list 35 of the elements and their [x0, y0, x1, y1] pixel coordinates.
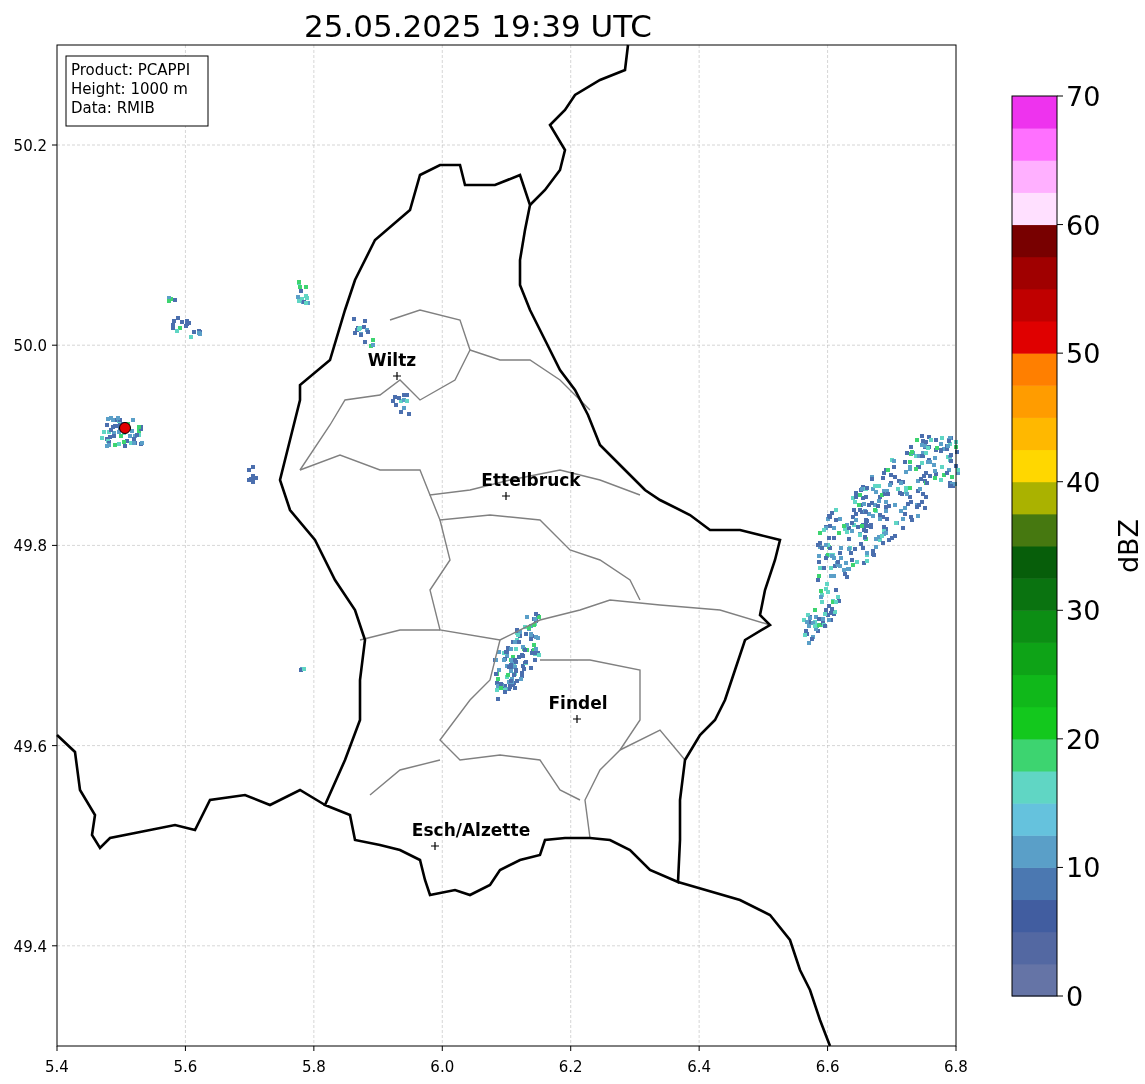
y-tick-label: 49.8 — [13, 537, 47, 556]
legend-text: Product: PCAPPI — [71, 61, 191, 79]
x-tick-label: 6.0 — [430, 1058, 455, 1076]
colorbar-tick-label: 50 — [1066, 338, 1101, 370]
y-tick-label: 49.4 — [13, 937, 47, 956]
city-label: Esch/Alzette — [411, 820, 531, 840]
y-tick-label: 50.2 — [13, 137, 47, 155]
colorbar-tick-label: 70 — [1066, 81, 1101, 112]
radar-site-icon — [119, 422, 131, 434]
city-label: Ettelbruck — [481, 470, 581, 490]
colorbar-label: dBZ — [1112, 518, 1144, 574]
colorbar-tick-label: 0 — [1066, 981, 1084, 1012]
city-marker-icon — [501, 491, 511, 501]
city-marker-icon — [430, 841, 440, 851]
colorbar-tick-label: 20 — [1066, 723, 1101, 755]
city-marker-icon — [392, 371, 402, 381]
x-tick-label: 6.4 — [687, 1058, 712, 1076]
x-tick-label: 5.4 — [45, 1058, 69, 1076]
x-tick-label: 5.6 — [173, 1058, 198, 1076]
chart-title: 25.05.2025 19:39 UTC — [304, 8, 652, 44]
colorbar-tick-label: 10 — [1066, 852, 1101, 884]
colorbar-tick-label: 40 — [1066, 466, 1101, 498]
y-tick-label: 50.0 — [13, 337, 47, 356]
city-marker-icon — [572, 714, 582, 724]
x-tick-label: 6.2 — [558, 1058, 583, 1076]
x-tick-label: 5.8 — [301, 1058, 326, 1076]
legend-text: Height: 1000 m — [71, 80, 188, 98]
x-tick-label: 6.6 — [815, 1058, 840, 1076]
legend-text: Data: RMIB — [71, 99, 155, 117]
y-tick-label: 49.6 — [13, 737, 47, 756]
x-tick-label: 6.8 — [944, 1058, 968, 1076]
colorbar-tick-label: 60 — [1066, 209, 1101, 241]
colorbar-tick-label: 30 — [1066, 595, 1101, 627]
city-label: Wiltz — [367, 350, 417, 370]
city-label: Findel — [548, 693, 608, 713]
